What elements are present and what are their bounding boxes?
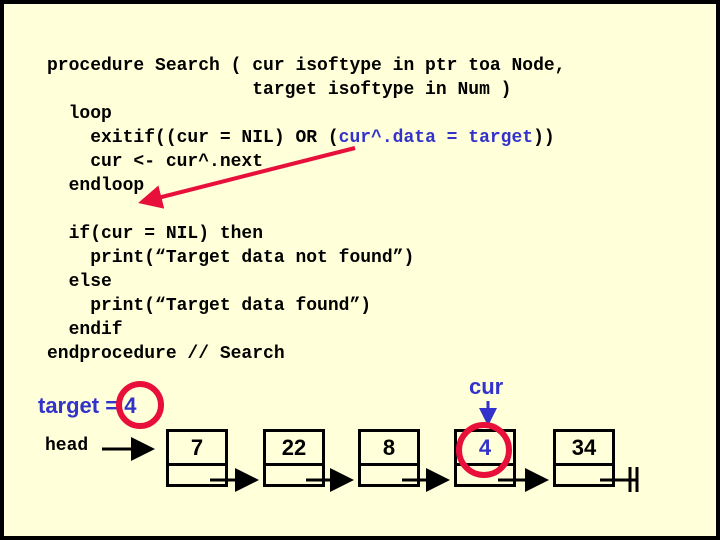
node-highlight-circle <box>456 422 512 478</box>
target-highlight-circle <box>116 381 164 429</box>
diagram-overlay <box>102 146 639 492</box>
red-arrow <box>138 146 356 209</box>
